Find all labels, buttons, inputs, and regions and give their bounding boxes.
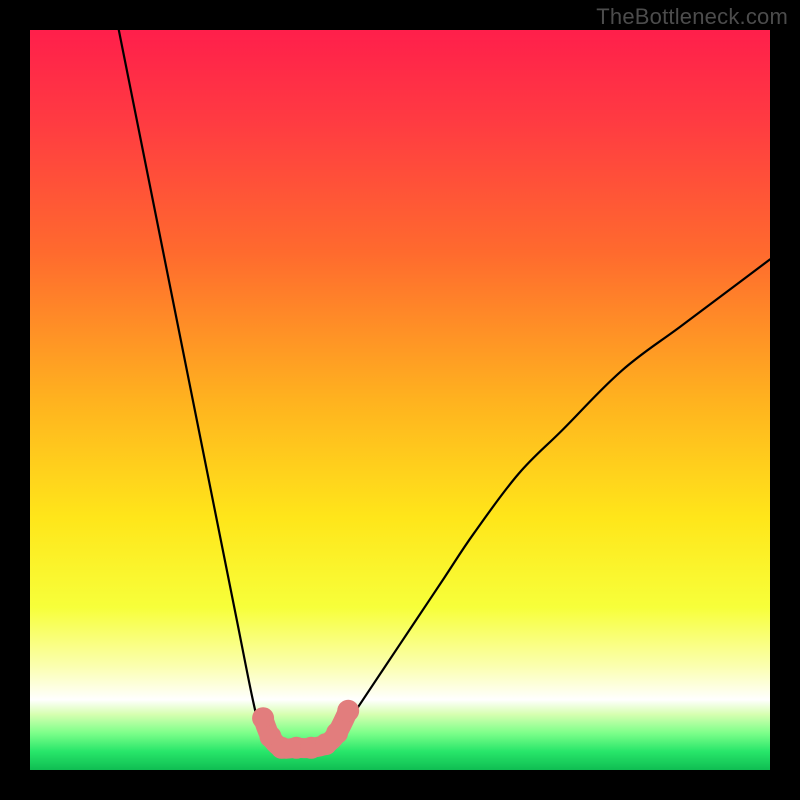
plot-area	[30, 30, 770, 770]
highlight-point	[337, 700, 359, 722]
chart-frame: TheBottleneck.com	[0, 0, 800, 800]
watermark-text: TheBottleneck.com	[596, 4, 788, 30]
highlight-point	[326, 722, 348, 744]
chart-svg	[30, 30, 770, 770]
